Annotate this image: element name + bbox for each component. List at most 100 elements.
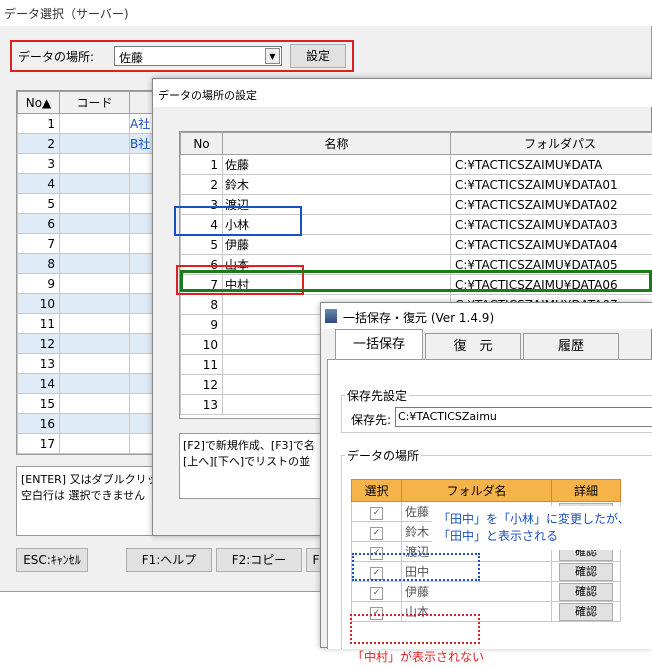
row-detail: 確認 xyxy=(551,601,621,622)
table-row[interactable]: 1 佐藤 C:¥TACTICSZAIMU¥DATA xyxy=(180,154,652,175)
confirm-button[interactable]: 確認 xyxy=(559,602,613,621)
table-row[interactable]: 5 xyxy=(17,193,160,214)
table-row[interactable]: 3 xyxy=(17,153,160,174)
tab-bulk-save-label: 一括保存 xyxy=(352,337,405,352)
settings-button[interactable]: 設定 xyxy=(290,44,346,68)
data-location-group-label: データの場所 xyxy=(345,447,422,464)
row-code xyxy=(59,273,130,294)
main-window-title: データ選択（サーバー) xyxy=(4,7,129,21)
table-row[interactable]: 15 xyxy=(17,393,160,414)
table-row[interactable]: 1 A社 xyxy=(17,113,160,134)
table-row[interactable]: 6 xyxy=(17,213,160,234)
row-no: 16 xyxy=(17,413,60,434)
folder-grid-header: 選択 フォルダ名 詳細 xyxy=(351,479,621,502)
column-header-folder-path[interactable]: フォルダパス xyxy=(450,132,652,155)
main-grid-header: No▲ コード xyxy=(17,91,160,114)
row-name: 鈴木 xyxy=(222,174,451,195)
confirm-button[interactable]: 確認 xyxy=(559,582,613,601)
table-row[interactable]: 12 xyxy=(17,333,160,354)
table-row[interactable]: 2 B社 xyxy=(17,133,160,154)
missing-note: 「中村」が表示されない xyxy=(352,650,485,664)
row-no: 17 xyxy=(17,433,60,454)
settings-help-line2: [上へ][下へ]でリストの並 xyxy=(183,455,311,468)
column-header-detail[interactable]: 詳細 xyxy=(551,479,621,502)
column-header-name[interactable]: 名称 xyxy=(222,132,451,155)
help-button[interactable]: F1:ヘルプ xyxy=(126,548,212,572)
column-header-select[interactable]: 選択 xyxy=(351,479,402,502)
location-select[interactable]: 佐藤 ▼ xyxy=(114,46,282,66)
checkbox[interactable]: ✓ xyxy=(370,526,383,540)
checkbox[interactable]: ✓ xyxy=(370,586,383,600)
row-no: 2 xyxy=(180,174,223,195)
row-no: 9 xyxy=(17,273,60,294)
table-row[interactable]: 8 xyxy=(17,253,160,274)
backup-titlebar: 一括保存・復元 (Ver 1.4.9) xyxy=(321,303,652,329)
row-no: 5 xyxy=(180,234,223,255)
table-row[interactable]: 17 xyxy=(17,433,160,454)
column-header-no[interactable]: No▲ xyxy=(17,91,60,114)
row-select: ✓ xyxy=(351,501,402,522)
column-header-no[interactable]: No xyxy=(180,132,223,155)
cancel-button[interactable]: ESC:ｷｬﾝｾﾙ xyxy=(16,548,88,572)
row-no: 12 xyxy=(17,333,60,354)
copy-button[interactable]: F2:コピー xyxy=(216,548,302,572)
table-row[interactable]: 9 xyxy=(17,273,160,294)
table-row[interactable]: 5 伊藤 C:¥TACTICSZAIMU¥DATA04 xyxy=(180,234,652,255)
row-no: 1 xyxy=(17,113,60,134)
row-no: 5 xyxy=(17,193,60,214)
row-detail: 確認 xyxy=(551,561,621,582)
column-header-code[interactable]: コード xyxy=(59,91,130,114)
table-row[interactable]: 10 xyxy=(17,293,160,314)
row-no: 13 xyxy=(17,353,60,374)
table-row[interactable]: 2 鈴木 C:¥TACTICSZAIMU¥DATA01 xyxy=(180,174,652,195)
row-code xyxy=(59,233,130,254)
row-select: ✓ xyxy=(351,521,402,542)
kobayashi-highlight xyxy=(174,206,302,236)
confirm-button[interactable]: 確認 xyxy=(559,562,613,581)
row-no: 11 xyxy=(17,313,60,334)
chevron-down-icon[interactable]: ▼ xyxy=(265,48,280,64)
row-no: 7 xyxy=(17,233,60,254)
tab-history-label: 履歴 xyxy=(557,339,584,354)
table-row[interactable]: 7 xyxy=(17,233,160,254)
row-detail: 確認 xyxy=(551,581,621,602)
row-name: 伊藤 xyxy=(222,234,451,255)
row-code xyxy=(59,293,130,314)
tab-bulk-save[interactable]: 一括保存 xyxy=(335,329,423,359)
table-row[interactable]: 13 xyxy=(17,353,160,374)
row-code xyxy=(59,153,130,174)
table-row[interactable]: 11 xyxy=(17,313,160,334)
table-row[interactable]: 16 xyxy=(17,413,160,434)
row-folder-name: 伊藤 xyxy=(401,581,552,602)
row-no: 13 xyxy=(180,394,223,415)
tab-history[interactable]: 履歴 xyxy=(523,333,619,359)
column-header-folder-name[interactable]: フォルダ名 xyxy=(401,479,552,502)
row-folder-path: C:¥TACTICSZAIMU¥DATA01 xyxy=(450,174,652,195)
settings-help-line1: [F2]で新規作成、[F3]で名 xyxy=(183,439,315,452)
checkbox[interactable]: ✓ xyxy=(370,506,383,520)
settings-help-box: [F2]で新規作成、[F3]で名 [上へ][下へ]でリストの並 xyxy=(179,433,339,499)
annotation-note: 「田中」を「小林」に変更したが、 「田中」と表示される xyxy=(432,506,644,550)
main-help-line1: [ENTER] 又はダブルクリック xyxy=(21,473,169,486)
row-no: 14 xyxy=(17,373,60,394)
tab-restore[interactable]: 復 元 xyxy=(425,333,521,359)
tab-restore-label: 復 元 xyxy=(453,339,493,354)
row-folder-path: C:¥TACTICSZAIMU¥DATA04 xyxy=(450,234,652,255)
row-no: 10 xyxy=(180,334,223,355)
row-code xyxy=(59,193,130,214)
save-destination-input[interactable]: C:¥TACTICSZaimu xyxy=(395,407,652,427)
row-name: 佐藤 xyxy=(222,154,451,175)
table-row[interactable]: 4 xyxy=(17,173,160,194)
row-no: 15 xyxy=(17,393,60,414)
row-code xyxy=(59,413,130,434)
row-no: 4 xyxy=(17,173,60,194)
row-code xyxy=(59,373,130,394)
row-no: 6 xyxy=(17,213,60,234)
annotation-note-line2: 「田中」と表示される xyxy=(438,529,559,543)
row-folder-path: C:¥TACTICSZAIMU¥DATA xyxy=(450,154,652,175)
settings-title: データの場所の設定 xyxy=(158,89,257,102)
location-select-value: 佐藤 xyxy=(119,51,144,65)
row-code xyxy=(59,173,130,194)
table-row[interactable]: 14 xyxy=(17,373,160,394)
annotation-note-line1: 「田中」を「小林」に変更したが、 xyxy=(438,512,630,526)
